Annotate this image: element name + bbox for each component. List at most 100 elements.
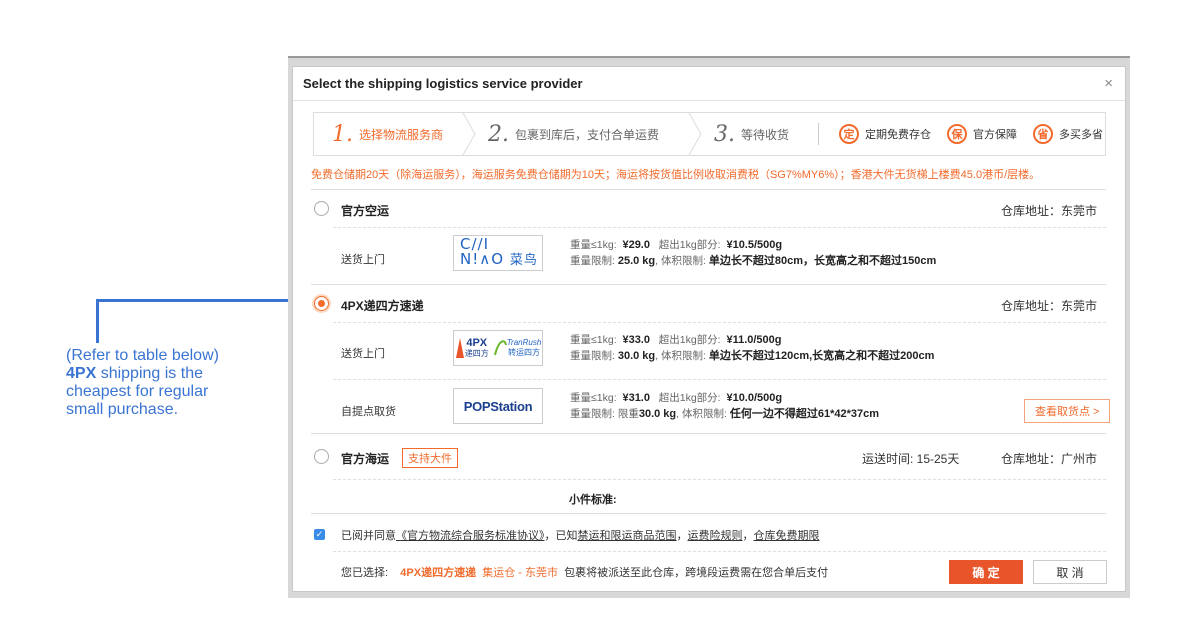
price-extra: ¥10.5/500g bbox=[726, 239, 783, 251]
annotation-line-3: cheapest for regular bbox=[66, 383, 209, 400]
step-3: 3. 等待收货 bbox=[702, 113, 802, 155]
selection-note: 包裹将被派送至此仓库，跨境段运费需在您合单后支付 bbox=[564, 567, 829, 579]
cancel-button[interactable]: 取 消 bbox=[1033, 560, 1107, 584]
price-air-line-1: 重量≤1kg: ¥29.0 超出1kg部分: ¥10.5/500g bbox=[570, 237, 936, 253]
transrush-logo-cn: 转运四方 bbox=[508, 348, 540, 357]
volume-limit: 任何一边不得超过61*42*37cm bbox=[729, 408, 880, 420]
step-2-number: 2. bbox=[488, 121, 509, 147]
storage-badge-icon: 定 bbox=[839, 124, 859, 144]
annotation-line-1: (Refer to table below) bbox=[66, 347, 219, 364]
divider bbox=[333, 551, 1106, 552]
annotation-connector-horizontal bbox=[96, 299, 316, 302]
price-4px-pickup-line-2: 重量限制: 限重30.0 kg, 体积限制: 任何一边不得超过61*42*37c… bbox=[570, 408, 880, 420]
volume-limit: 单边长不超过120cm,长宽高之和不超过200cm bbox=[708, 350, 935, 362]
weight-limit: 30.0 kg bbox=[617, 350, 656, 362]
step-2: 2. 包裹到库后，支付合单运费 bbox=[476, 113, 688, 155]
radio-4px[interactable] bbox=[314, 296, 329, 311]
4px-logo-text: 4PX bbox=[466, 336, 488, 349]
price-first-kg: ¥33.0 bbox=[622, 334, 650, 346]
close-icon[interactable]: × bbox=[1104, 75, 1113, 92]
price-4px-door: 重量≤1kg: ¥33.0 超出1kg部分: ¥11.0/500g 重量限制: … bbox=[570, 332, 934, 364]
option-title-sea: 官方海运 bbox=[341, 452, 390, 466]
warehouse-address-4px: 仓库地址：东莞市 bbox=[1000, 299, 1097, 313]
free-storage-period-link[interactable]: 仓库免费期限 bbox=[754, 530, 820, 542]
step-3-number: 3. bbox=[714, 121, 735, 147]
price-4px-door-line-1: 重量≤1kg: ¥33.0 超出1kg部分: ¥11.0/500g bbox=[570, 332, 934, 348]
transrush-swoosh-icon bbox=[493, 340, 507, 356]
method-door-delivery-4px: 送货上门 bbox=[341, 348, 385, 360]
restricted-goods-link[interactable]: 禁运和限运商品范围 bbox=[578, 530, 677, 542]
freight-insurance-link[interactable]: 运费险规则 bbox=[688, 530, 743, 542]
warehouse-address-sea: 仓库地址：广州市 bbox=[1000, 452, 1097, 466]
popstation-logo-text: POPStation bbox=[463, 398, 533, 414]
weight-limit-label: 重量限制: bbox=[570, 408, 615, 420]
dialog-header: Select the shipping logistics service pr… bbox=[293, 67, 1125, 101]
weight-limit: 30.0 kg bbox=[638, 408, 677, 420]
shipping-dialog: Select the shipping logistics service pr… bbox=[292, 66, 1126, 592]
step-1-label: 选择物流服务商 bbox=[359, 127, 444, 142]
annotation-line-2: 4PX shipping is the bbox=[66, 365, 266, 383]
volume-limit: 单边长不超过80cm，长宽高之和不超过150cm bbox=[708, 255, 937, 267]
badge-free-storage: 定 定期免费存仓 bbox=[839, 124, 931, 144]
large-item-tag: 支持大件 bbox=[402, 448, 458, 468]
price-4px-pickup: 重量≤1kg: ¥31.0 超出1kg部分: ¥10.0/500g 重量限制: … bbox=[570, 390, 879, 422]
option-title-4px: 4PX递四方速递 bbox=[341, 299, 424, 313]
divider bbox=[311, 189, 1106, 190]
steps-divider bbox=[818, 123, 819, 145]
chevron-right-icon bbox=[688, 113, 702, 155]
price-extra-label: 超出1kg部分: bbox=[658, 392, 721, 404]
view-pickup-points-button[interactable]: 查看取货点 > bbox=[1024, 399, 1111, 423]
divider bbox=[311, 513, 1106, 514]
weight-limit-label: 重量限制: bbox=[570, 255, 615, 267]
popstation-logo: POPStation bbox=[453, 388, 543, 424]
step-2-label: 包裹到库后，支付合单运费 bbox=[515, 127, 660, 142]
agreement-text: 已阅并同意《官方物流综合服务标准协议》，已知禁运和限运商品范围，运费险规则，仓库… bbox=[341, 527, 820, 543]
weight-limit-prefix: 限重 bbox=[617, 408, 639, 420]
4px-logo-cn: 递四方 bbox=[464, 348, 489, 358]
selection-label: 您已选择: bbox=[341, 567, 389, 579]
divider bbox=[333, 379, 1106, 380]
agreement-sep: ， bbox=[742, 530, 754, 542]
badge-official-guarantee: 保 官方保障 bbox=[947, 124, 1017, 144]
agreement-prefix: 已阅并同意 bbox=[341, 530, 396, 542]
divider bbox=[311, 433, 1106, 434]
confirm-button[interactable]: 确 定 bbox=[949, 560, 1023, 584]
option-title-air: 官方空运 bbox=[341, 204, 390, 218]
transrush-logo-text: TranRush bbox=[506, 338, 542, 347]
4px-flame-icon bbox=[455, 338, 464, 358]
agreement-sep: ， bbox=[676, 530, 688, 542]
service-agreement-link[interactable]: 《官方物流综合服务标准协议》 bbox=[396, 530, 545, 542]
small-item-standard-label: 小件标准: bbox=[569, 494, 617, 506]
annotation-4px: 4PX bbox=[66, 365, 97, 382]
annotation-line-2-rest: shipping is the bbox=[96, 365, 203, 382]
radio-official-air[interactable] bbox=[314, 201, 329, 216]
dialog-title: Select the shipping logistics service pr… bbox=[303, 76, 583, 91]
agreement-checkbox[interactable]: ✓ bbox=[314, 529, 325, 540]
cainiao-logo-top: C∕∕I bbox=[460, 235, 490, 253]
cainiao-logo-bottom: N!∧O bbox=[460, 250, 505, 268]
price-extra: ¥10.0/500g bbox=[726, 392, 783, 404]
radio-official-sea[interactable] bbox=[314, 449, 329, 464]
price-extra: ¥11.0/500g bbox=[726, 334, 782, 346]
method-door-delivery-air: 送货上门 bbox=[341, 254, 385, 266]
weight-limit-label: 重量限制: bbox=[570, 350, 615, 362]
cainiao-logo-cn: 菜鸟 bbox=[509, 253, 538, 268]
divider bbox=[311, 284, 1106, 285]
badge-official-guarantee-label: 官方保障 bbox=[973, 129, 1017, 141]
selected-carrier: 4PX递四方速递 bbox=[400, 567, 477, 579]
divider bbox=[333, 479, 1106, 480]
price-label: 重量≤1kg: bbox=[570, 334, 617, 346]
price-4px-pickup-line-1: 重量≤1kg: ¥31.0 超出1kg部分: ¥10.0/500g bbox=[570, 390, 879, 406]
divider bbox=[333, 227, 1106, 228]
agreement-mid: ，已知 bbox=[544, 530, 578, 542]
volume-limit-label: 体积限制: bbox=[682, 408, 727, 420]
step-1-number: 1. bbox=[332, 121, 353, 147]
price-label: 重量≤1kg: bbox=[570, 392, 617, 404]
annotation-text: (Refer to table below) 4PX shipping is t… bbox=[66, 347, 266, 419]
warehouse-address-air: 仓库地址：东莞市 bbox=[1000, 204, 1097, 218]
badge-free-storage-label: 定期免费存仓 bbox=[865, 129, 931, 141]
volume-limit-label: 体积限制: bbox=[661, 350, 706, 362]
price-extra-label: 超出1kg部分: bbox=[658, 239, 721, 251]
volume-limit-label: 体积限制: bbox=[661, 255, 706, 267]
4px-transrush-logo: 4PX 递四方 TranRush 转运四方 bbox=[453, 330, 543, 366]
